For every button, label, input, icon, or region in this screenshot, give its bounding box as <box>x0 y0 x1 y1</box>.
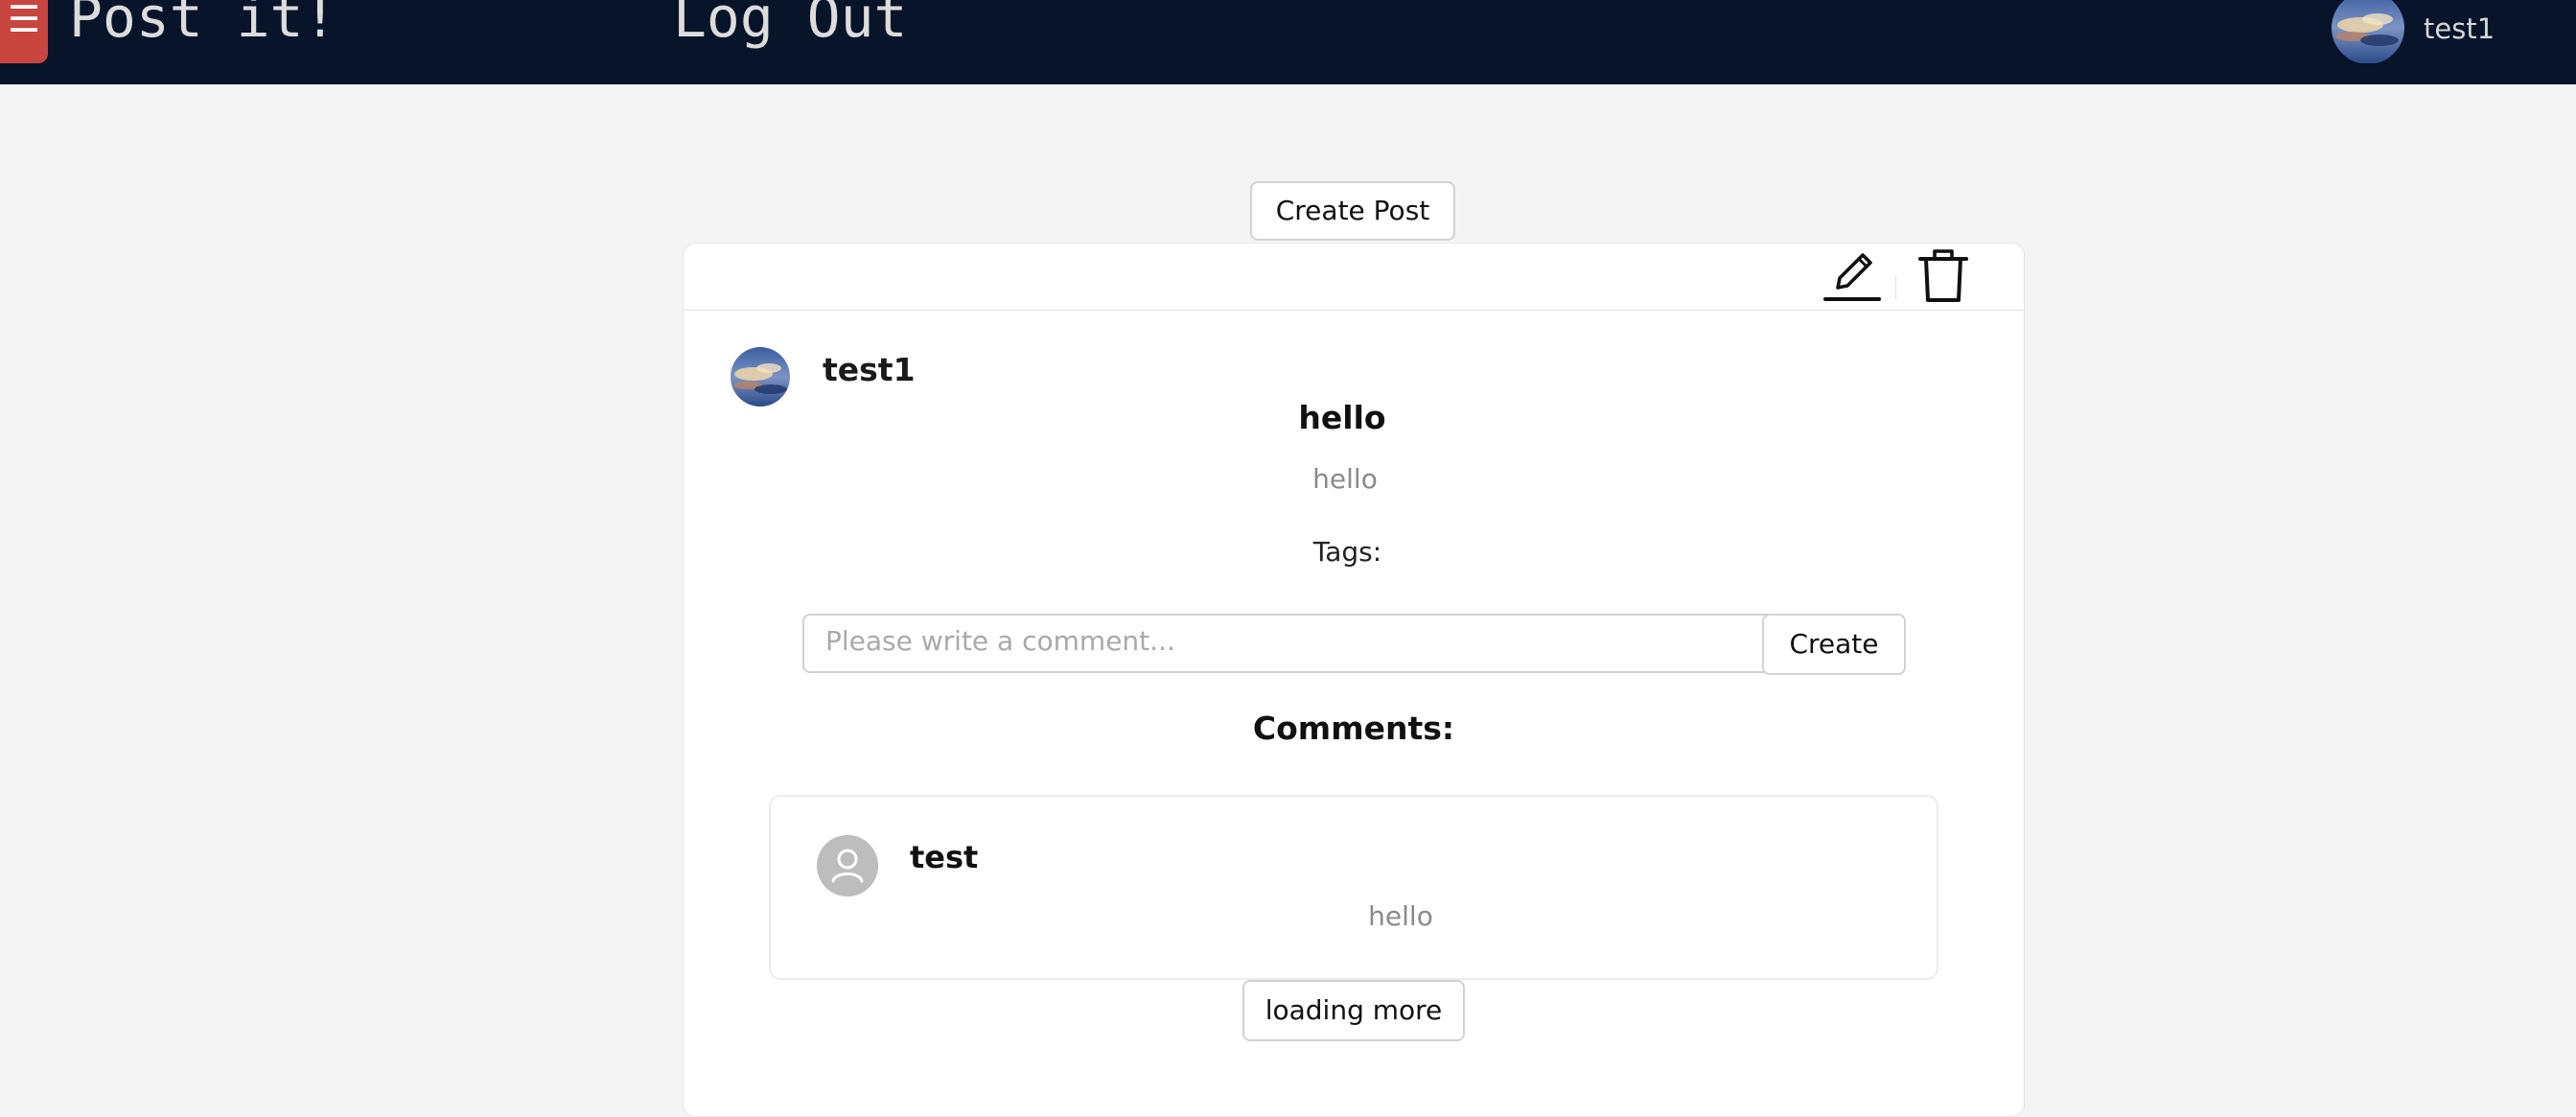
user-icon <box>817 835 878 896</box>
comments-heading: Comments: <box>1252 710 1455 747</box>
comment-author: test <box>910 839 979 875</box>
post-author-name[interactable]: test1 <box>823 351 916 388</box>
post-card: test1 hello hello Tags: Create Comments:… <box>683 243 2025 1117</box>
top-navbar: ☰ Post it! Log Out test1 <box>0 0 2576 84</box>
hamburger-menu-button[interactable]: ☰ <box>0 0 48 63</box>
loading-more-button[interactable]: loading more <box>1242 980 1465 1041</box>
post-tags-label: Tags: <box>1312 536 1382 568</box>
comment-text: hello <box>1368 900 1433 932</box>
comment-input[interactable] <box>802 614 1774 673</box>
comment-item: test hello <box>769 795 1938 980</box>
create-post-button[interactable]: Create Post <box>1250 181 1455 241</box>
trash-icon[interactable] <box>1916 245 1970 305</box>
post-actions-bar <box>684 244 2024 311</box>
author-avatar[interactable] <box>731 347 790 407</box>
user-avatar[interactable] <box>2332 0 2404 63</box>
logout-link[interactable]: Log Out <box>673 0 907 52</box>
pencil-icon[interactable] <box>1822 245 1882 305</box>
nav-username[interactable]: test1 <box>2424 12 2495 46</box>
brand-logo[interactable]: Post it! <box>69 0 337 52</box>
actions-divider <box>1895 276 1896 299</box>
create-comment-button[interactable]: Create <box>1762 614 1906 675</box>
post-body: hello <box>1312 463 1378 495</box>
post-title: hello <box>1298 399 1386 436</box>
